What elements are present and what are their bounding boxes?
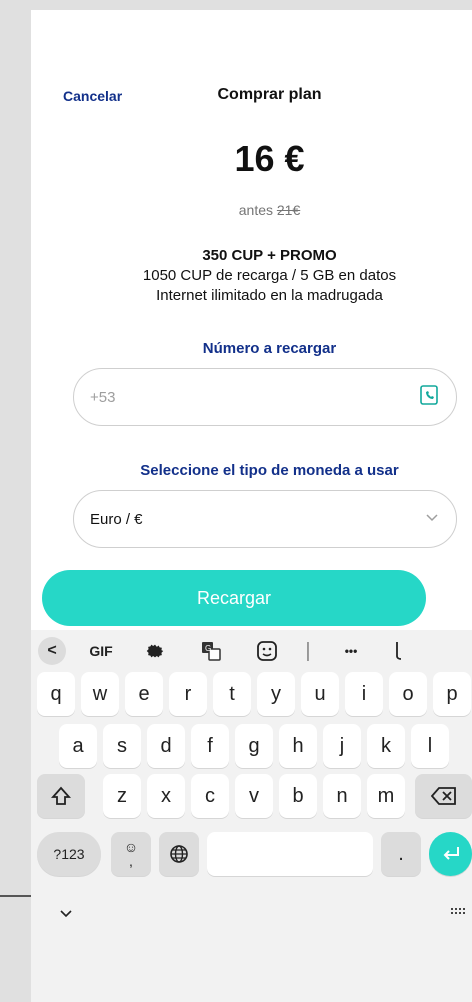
gif-button[interactable]: GIF <box>81 630 121 672</box>
page-title: Comprar plan <box>217 86 322 103</box>
currency-value: Euro / € <box>90 510 143 528</box>
emoji-icon: ☺ <box>123 839 139 855</box>
previous-price-value: 21€ <box>276 202 301 218</box>
globe-icon[interactable] <box>159 832 199 876</box>
key-a[interactable]: a <box>59 724 97 768</box>
comma-glyph: , <box>129 853 133 869</box>
key-o[interactable]: o <box>389 672 427 716</box>
toolbar-divider: | <box>305 639 311 662</box>
emoji-comma-key[interactable]: ☺ , <box>111 832 151 876</box>
keyboard-icon[interactable] <box>446 898 472 928</box>
key-c[interactable]: c <box>191 774 229 818</box>
screen: Cancelar Comprar plan 16 € antes 21€ 350… <box>0 0 472 1002</box>
recharge-button[interactable]: Recargar <box>42 570 426 626</box>
contact-phone-icon[interactable] <box>418 384 440 411</box>
key-k[interactable]: k <box>367 724 405 768</box>
key-m[interactable]: m <box>367 774 405 818</box>
current-price: 16 € <box>234 138 305 179</box>
key-e[interactable]: e <box>125 672 163 716</box>
key-j[interactable]: j <box>323 724 361 768</box>
keyboard-back-button[interactable]: < <box>37 630 67 672</box>
shift-key[interactable] <box>37 774 85 818</box>
period-key[interactable]: . <box>381 832 421 876</box>
key-p[interactable]: p <box>433 672 471 716</box>
symbols-key[interactable]: ?123 <box>37 832 101 876</box>
plan-name: 350 CUP + PROMO <box>202 247 337 264</box>
key-r[interactable]: r <box>169 672 207 716</box>
key-x[interactable]: x <box>147 774 185 818</box>
key-i[interactable]: i <box>345 672 383 716</box>
key-z[interactable]: z <box>103 774 141 818</box>
space-key[interactable] <box>207 832 373 876</box>
previous-price-prefix: antes <box>238 202 277 218</box>
sticker-icon[interactable] <box>247 630 287 672</box>
back-glyph: < <box>38 637 66 665</box>
plan-line-1: 1050 CUP de recarga / 5 GB en datos <box>142 267 397 284</box>
key-f[interactable]: f <box>191 724 229 768</box>
key-y[interactable]: y <box>257 672 295 716</box>
key-l[interactable]: l <box>411 724 449 768</box>
soft-keyboard: < GIF G | ••• qwertyuiop asdfghjkl zxcvb… <box>31 630 472 1002</box>
svg-text:G: G <box>205 644 211 653</box>
translate-icon[interactable]: G <box>191 630 231 672</box>
key-s[interactable]: s <box>103 724 141 768</box>
phone-section-label: Número a recargar <box>202 340 337 357</box>
key-d[interactable]: d <box>147 724 185 768</box>
key-q[interactable]: q <box>37 672 75 716</box>
key-g[interactable]: g <box>235 724 273 768</box>
phone-placeholder: +53 <box>90 388 116 406</box>
chevron-down-icon <box>424 509 440 530</box>
key-v[interactable]: v <box>235 774 273 818</box>
gear-icon[interactable] <box>135 630 175 672</box>
mic-icon[interactable] <box>381 630 421 672</box>
plan-details: 350 CUP + PROMO 1050 CUP de recarga / 5 … <box>31 246 472 306</box>
previous-price: antes 21€ <box>31 202 472 218</box>
key-h[interactable]: h <box>279 724 317 768</box>
key-t[interactable]: t <box>213 672 251 716</box>
enter-key[interactable] <box>429 832 472 876</box>
currency-select[interactable]: Euro / € <box>73 490 457 548</box>
plan-line-2: Internet ilimitado en la madrugada <box>156 287 383 304</box>
key-n[interactable]: n <box>323 774 361 818</box>
more-button[interactable]: ••• <box>331 630 371 672</box>
key-u[interactable]: u <box>301 672 339 716</box>
key-b[interactable]: b <box>279 774 317 818</box>
key-w[interactable]: w <box>81 672 119 716</box>
currency-section-label: Seleccione el tipo de moneda a usar <box>140 462 399 479</box>
chevron-down-icon[interactable] <box>51 898 81 928</box>
phone-field[interactable]: +53 <box>73 368 457 426</box>
backspace-key[interactable] <box>415 774 472 818</box>
